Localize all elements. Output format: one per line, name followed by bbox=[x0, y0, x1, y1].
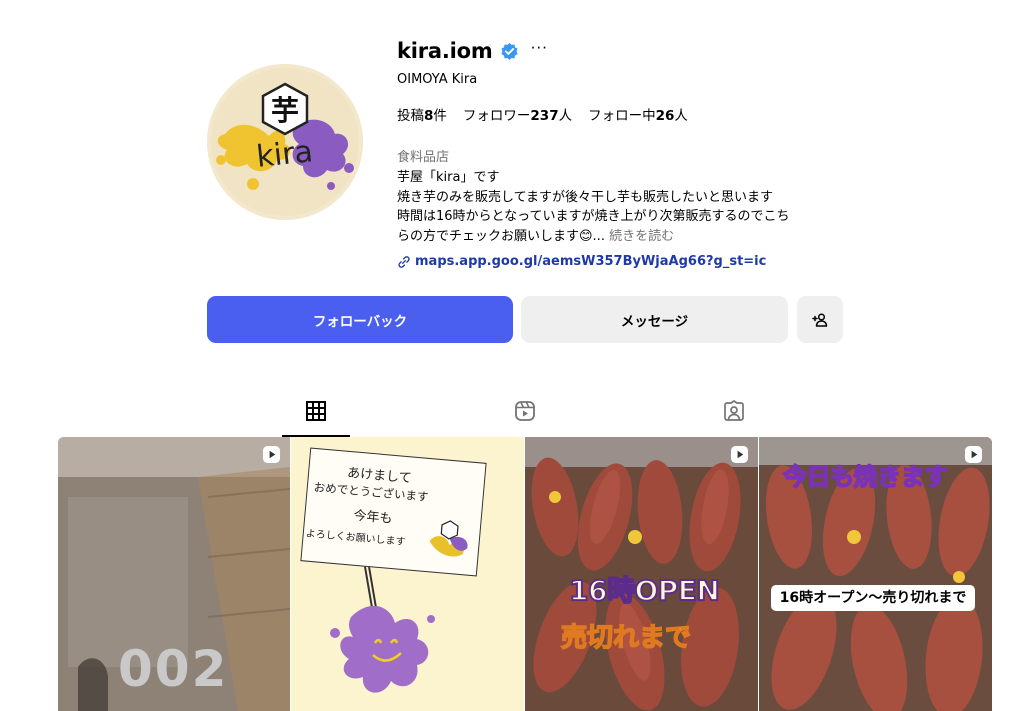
followers-count[interactable]: フォロワー237人 bbox=[463, 104, 572, 124]
bio-line: 芋屋「kira」です bbox=[397, 170, 500, 185]
tab-reels[interactable] bbox=[491, 395, 559, 437]
post-sign: あけまして おめでとうございます 今年も よろしくお願いします bbox=[300, 447, 487, 577]
bio-line: 時間は16時からとなっていますが焼き上がり次第販売するのでこち bbox=[397, 209, 790, 224]
posts-count: 投稿8件 bbox=[397, 108, 447, 124]
message-button[interactable]: メッセージ bbox=[521, 296, 788, 343]
tagged-icon bbox=[724, 400, 744, 421]
bio-line: らの方でチェックお願いします😊... 続きを読む bbox=[397, 228, 675, 244]
reel-icon bbox=[730, 445, 749, 464]
post-overlay-text: 16時OPEN bbox=[568, 573, 721, 608]
person-add-icon bbox=[812, 312, 828, 327]
bio-more-link[interactable]: 続きを読む bbox=[609, 229, 674, 244]
more-options-button[interactable]: ··· bbox=[531, 41, 548, 59]
profile-link[interactable]: maps.app.goo.gl/aemsW357ByWjaAg66?g_st=i… bbox=[397, 254, 857, 269]
username-row: kira.iom ··· bbox=[397, 36, 857, 66]
full-name: OIMOYA Kira bbox=[397, 72, 478, 87]
profile-avatar[interactable]: 芋 kira bbox=[207, 64, 363, 220]
profile-link-text[interactable]: maps.app.goo.gl/aemsW357ByWjaAg66?g_st=i… bbox=[415, 254, 766, 269]
reels-icon bbox=[515, 401, 535, 421]
grid-icon bbox=[306, 401, 326, 421]
post-tile[interactable]: あけまして おめでとうございます 今年も よろしくお願いします bbox=[291, 437, 524, 711]
reel-icon bbox=[964, 445, 983, 464]
sign-text: よろしくお願いします bbox=[305, 528, 406, 549]
post-overlay-text: 今日も焼きます bbox=[782, 462, 948, 492]
post-tile[interactable]: 今日も焼きます 16時オープン〜売り切れまで bbox=[759, 437, 992, 711]
profile-stats: 投稿8件 フォロワー237人 フォロー中26人 bbox=[397, 104, 857, 124]
post-tile[interactable]: 002 bbox=[58, 437, 290, 711]
reel-icon bbox=[262, 445, 281, 464]
link-icon bbox=[398, 255, 410, 268]
profile-bio: 芋屋「kira」です焼き芋のみを販売してますが後々干し芋も販売したいと思います時… bbox=[397, 168, 857, 246]
post-overlay-text: 売切れまで bbox=[560, 622, 692, 654]
profile-category: 食料品店 bbox=[397, 150, 450, 165]
username: kira.iom bbox=[397, 39, 493, 63]
post-overlay-text: 002 bbox=[118, 640, 229, 698]
sign-logo-icon bbox=[429, 520, 468, 557]
follow-back-button[interactable]: フォローバック bbox=[207, 296, 513, 343]
post-overlay-label: 16時オープン〜売り切れまで bbox=[771, 585, 975, 611]
tab-tagged[interactable] bbox=[700, 395, 768, 437]
following-count[interactable]: フォロー中26人 bbox=[588, 104, 688, 124]
avatar-logo-text: kira bbox=[255, 134, 315, 175]
profile-info: kira.iom ··· OIMOYA Kira 投稿8件 フォロワー237人 … bbox=[397, 36, 857, 269]
post-tile[interactable]: 16時OPEN 売切れまで bbox=[525, 437, 758, 711]
avatar-logo-glyph: 芋 bbox=[271, 94, 299, 127]
sign-text: 今年も bbox=[352, 508, 394, 527]
verified-badge-icon bbox=[501, 42, 518, 60]
bio-line: 焼き芋のみを販売してますが後々干し芋も販売したいと思います bbox=[397, 189, 773, 205]
suggest-accounts-button[interactable] bbox=[797, 296, 843, 343]
tab-posts[interactable] bbox=[282, 395, 350, 437]
